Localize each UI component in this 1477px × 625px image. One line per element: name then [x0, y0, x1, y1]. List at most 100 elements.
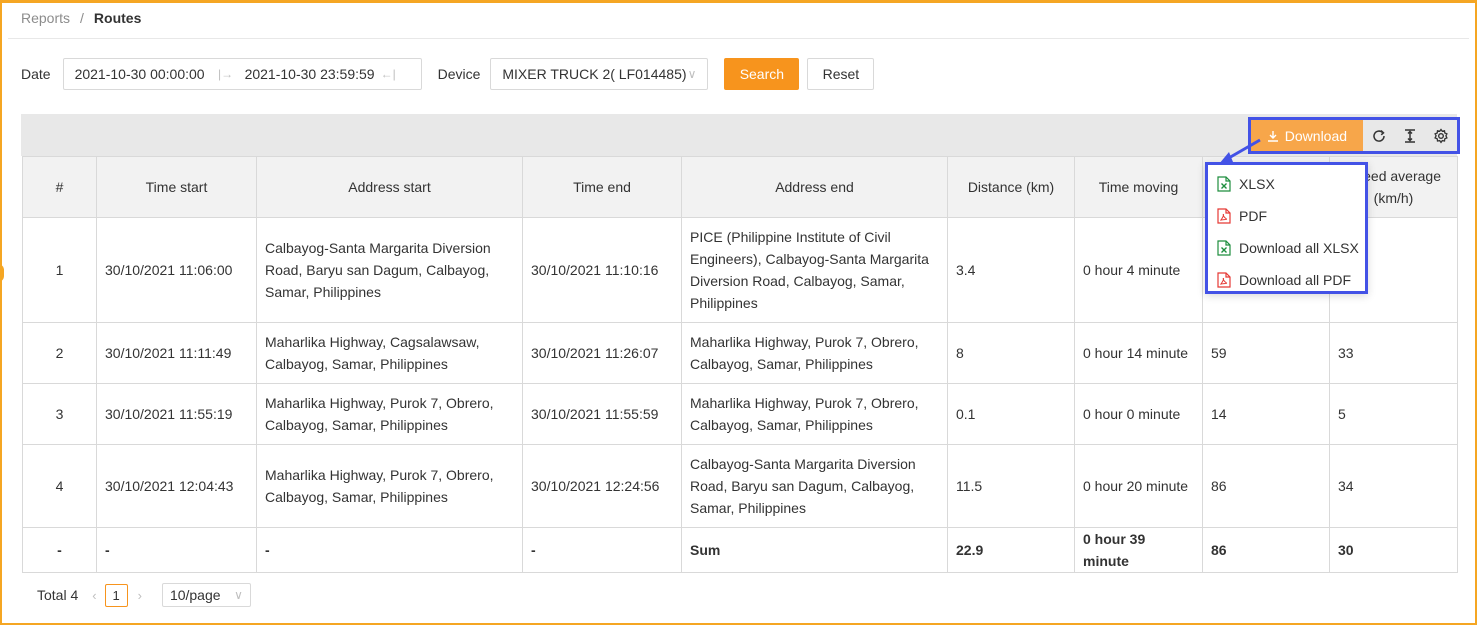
cell-address-start: Maharlika Highway, Purok 7, Obrero, Calb…	[256, 444, 523, 528]
date-start-input[interactable]: 2021-10-30 00:00:00	[64, 66, 211, 82]
column-header-time-moving[interactable]: Time moving	[1074, 156, 1203, 218]
date-end-input[interactable]: 2021-10-30 23:59:59	[241, 66, 381, 82]
device-select[interactable]: MIXER TRUCK 2( LF014485) ∨	[490, 58, 709, 90]
download-icon	[1267, 130, 1278, 142]
breadcrumb-separator: /	[80, 10, 84, 26]
menu-item-label: XLSX	[1239, 176, 1275, 192]
reset-button[interactable]: Reset	[807, 58, 875, 90]
sum-cell-max-speed: 86	[1202, 527, 1330, 573]
page-number-current[interactable]: 1	[104, 583, 128, 607]
annotation-arrow-icon	[1219, 138, 1261, 164]
cell-time-start: 30/10/2021 12:04:43	[96, 444, 257, 528]
cell-max-speed: 59	[1202, 322, 1330, 384]
cell-time-start: 30/10/2021 11:11:49	[96, 322, 257, 384]
download-button-label: Download	[1284, 127, 1348, 144]
column-header-time-end[interactable]: Time end	[522, 156, 682, 218]
cell-time-end: 30/10/2021 11:55:59	[522, 383, 682, 445]
xlsx-file-icon	[1217, 176, 1231, 192]
filter-bar: Date 2021-10-30 00:00:00 |→ 2021-10-30 2…	[21, 58, 875, 90]
sum-cell-address-start: -	[256, 527, 523, 573]
cell-address-end: Calbayog-Santa Margarita Diversion Road,…	[681, 444, 948, 528]
cell-distance: 8	[947, 322, 1075, 384]
cell-address-start: Maharlika Highway, Cagsalawsaw, Calbayog…	[256, 322, 523, 384]
cell-index: 4	[22, 444, 97, 528]
sum-cell-avg-speed: 30	[1329, 527, 1458, 573]
cell-address-end: PICE (Philippine Institute of Civil Engi…	[681, 217, 948, 323]
pdf-file-icon	[1217, 208, 1231, 224]
prev-page-icon[interactable]: ‹	[92, 588, 96, 603]
sum-cell-distance: 22.9	[947, 527, 1075, 573]
cell-distance: 11.5	[947, 444, 1075, 528]
cell-address-start: Calbayog-Santa Margarita Diversion Road,…	[256, 217, 523, 323]
cell-avg-speed: 33	[1329, 322, 1458, 384]
cell-index: 3	[22, 383, 97, 445]
column-header-address-end[interactable]: Address end	[681, 156, 948, 218]
breadcrumb-reports-link[interactable]: Reports	[21, 10, 70, 26]
column-header-address-start[interactable]: Address start	[256, 156, 523, 218]
summary-row: - - - - Sum 22.9 0 hour 39 minute 86 30	[22, 527, 1458, 573]
menu-item-pdf[interactable]: PDF	[1208, 200, 1365, 232]
sum-cell-time-end: -	[522, 527, 682, 573]
cell-time-moving: 0 hour 20 minute	[1074, 444, 1203, 528]
cell-time-end: 30/10/2021 11:10:16	[522, 217, 682, 323]
header-divider	[8, 38, 1469, 39]
sum-cell-label: Sum	[681, 527, 948, 573]
cell-time-start: 30/10/2021 11:06:00	[96, 217, 257, 323]
table-row: 3 30/10/2021 11:55:19 Maharlika Highway,…	[22, 383, 1458, 445]
table-row: 4 30/10/2021 12:04:43 Maharlika Highway,…	[22, 444, 1458, 528]
settings-icon[interactable]	[1426, 120, 1457, 151]
cell-max-speed: 14	[1202, 383, 1330, 445]
cell-time-moving: 0 hour 4 minute	[1074, 217, 1203, 323]
refresh-icon[interactable]	[1363, 120, 1394, 151]
breadcrumb: Reports / Routes	[21, 10, 141, 26]
cell-time-start: 30/10/2021 11:55:19	[96, 383, 257, 445]
cell-avg-speed: 5	[1329, 383, 1458, 445]
cell-time-end: 30/10/2021 12:24:56	[522, 444, 682, 528]
cell-address-start: Maharlika Highway, Purok 7, Obrero, Calb…	[256, 383, 523, 445]
column-height-icon[interactable]	[1394, 120, 1425, 151]
table-toolbar-actions: Download	[1248, 117, 1460, 154]
cell-time-end: 30/10/2021 11:26:07	[522, 322, 682, 384]
cell-distance: 3.4	[947, 217, 1075, 323]
range-arrow-icon: |→	[218, 67, 234, 81]
menu-item-xlsx[interactable]: XLSX	[1208, 168, 1365, 200]
xlsx-file-icon	[1217, 240, 1231, 256]
table-row: 2 30/10/2021 11:11:49 Maharlika Highway,…	[22, 322, 1458, 384]
pagination: Total 4 ‹ 1 › 10/page ∨	[37, 583, 251, 607]
cell-avg-speed: 34	[1329, 444, 1458, 528]
frame-edge-marker	[0, 264, 4, 282]
column-header-index[interactable]: #	[22, 156, 97, 218]
cell-index: 2	[22, 322, 97, 384]
sum-cell-time-start: -	[96, 527, 257, 573]
date-label: Date	[21, 66, 51, 82]
menu-item-download-all-pdf[interactable]: Download all PDF	[1208, 264, 1365, 296]
menu-item-label: Download all XLSX	[1239, 240, 1359, 256]
cell-address-end: Maharlika Highway, Purok 7, Obrero, Calb…	[681, 383, 948, 445]
cell-time-moving: 0 hour 0 minute	[1074, 383, 1203, 445]
column-header-time-start[interactable]: Time start	[96, 156, 257, 218]
device-select-value: MIXER TRUCK 2( LF014485)	[502, 66, 687, 82]
chevron-down-icon: ∨	[234, 588, 243, 602]
cell-index: 1	[22, 217, 97, 323]
cell-max-speed: 86	[1202, 444, 1330, 528]
next-page-icon[interactable]: ›	[138, 588, 142, 603]
column-header-distance[interactable]: Distance (km)	[947, 156, 1075, 218]
breadcrumb-current: Routes	[93, 10, 142, 26]
menu-item-download-all-xlsx[interactable]: Download all XLSX	[1208, 232, 1365, 264]
menu-item-label: Download all PDF	[1239, 272, 1352, 288]
sum-cell-index: -	[22, 527, 97, 573]
date-range-picker[interactable]: 2021-10-30 00:00:00 |→ 2021-10-30 23:59:…	[62, 58, 422, 90]
pagination-total: Total 4	[37, 587, 79, 603]
cell-time-moving: 0 hour 14 minute	[1074, 322, 1203, 384]
menu-item-label: PDF	[1239, 208, 1267, 224]
cell-address-end: Maharlika Highway, Purok 7, Obrero, Calb…	[681, 322, 948, 384]
download-button[interactable]: Download	[1251, 120, 1363, 151]
range-end-icon: ←|	[380, 67, 396, 81]
device-label: Device	[437, 66, 481, 82]
page-size-select[interactable]: 10/page ∨	[161, 583, 251, 607]
search-button[interactable]: Search	[724, 58, 800, 90]
cell-distance: 0.1	[947, 383, 1075, 445]
download-dropdown-menu: XLSX PDF Download all XLSX Download all …	[1205, 162, 1368, 294]
sum-cell-time-moving: 0 hour 39 minute	[1074, 527, 1203, 573]
page-size-value: 10/page	[169, 587, 221, 603]
